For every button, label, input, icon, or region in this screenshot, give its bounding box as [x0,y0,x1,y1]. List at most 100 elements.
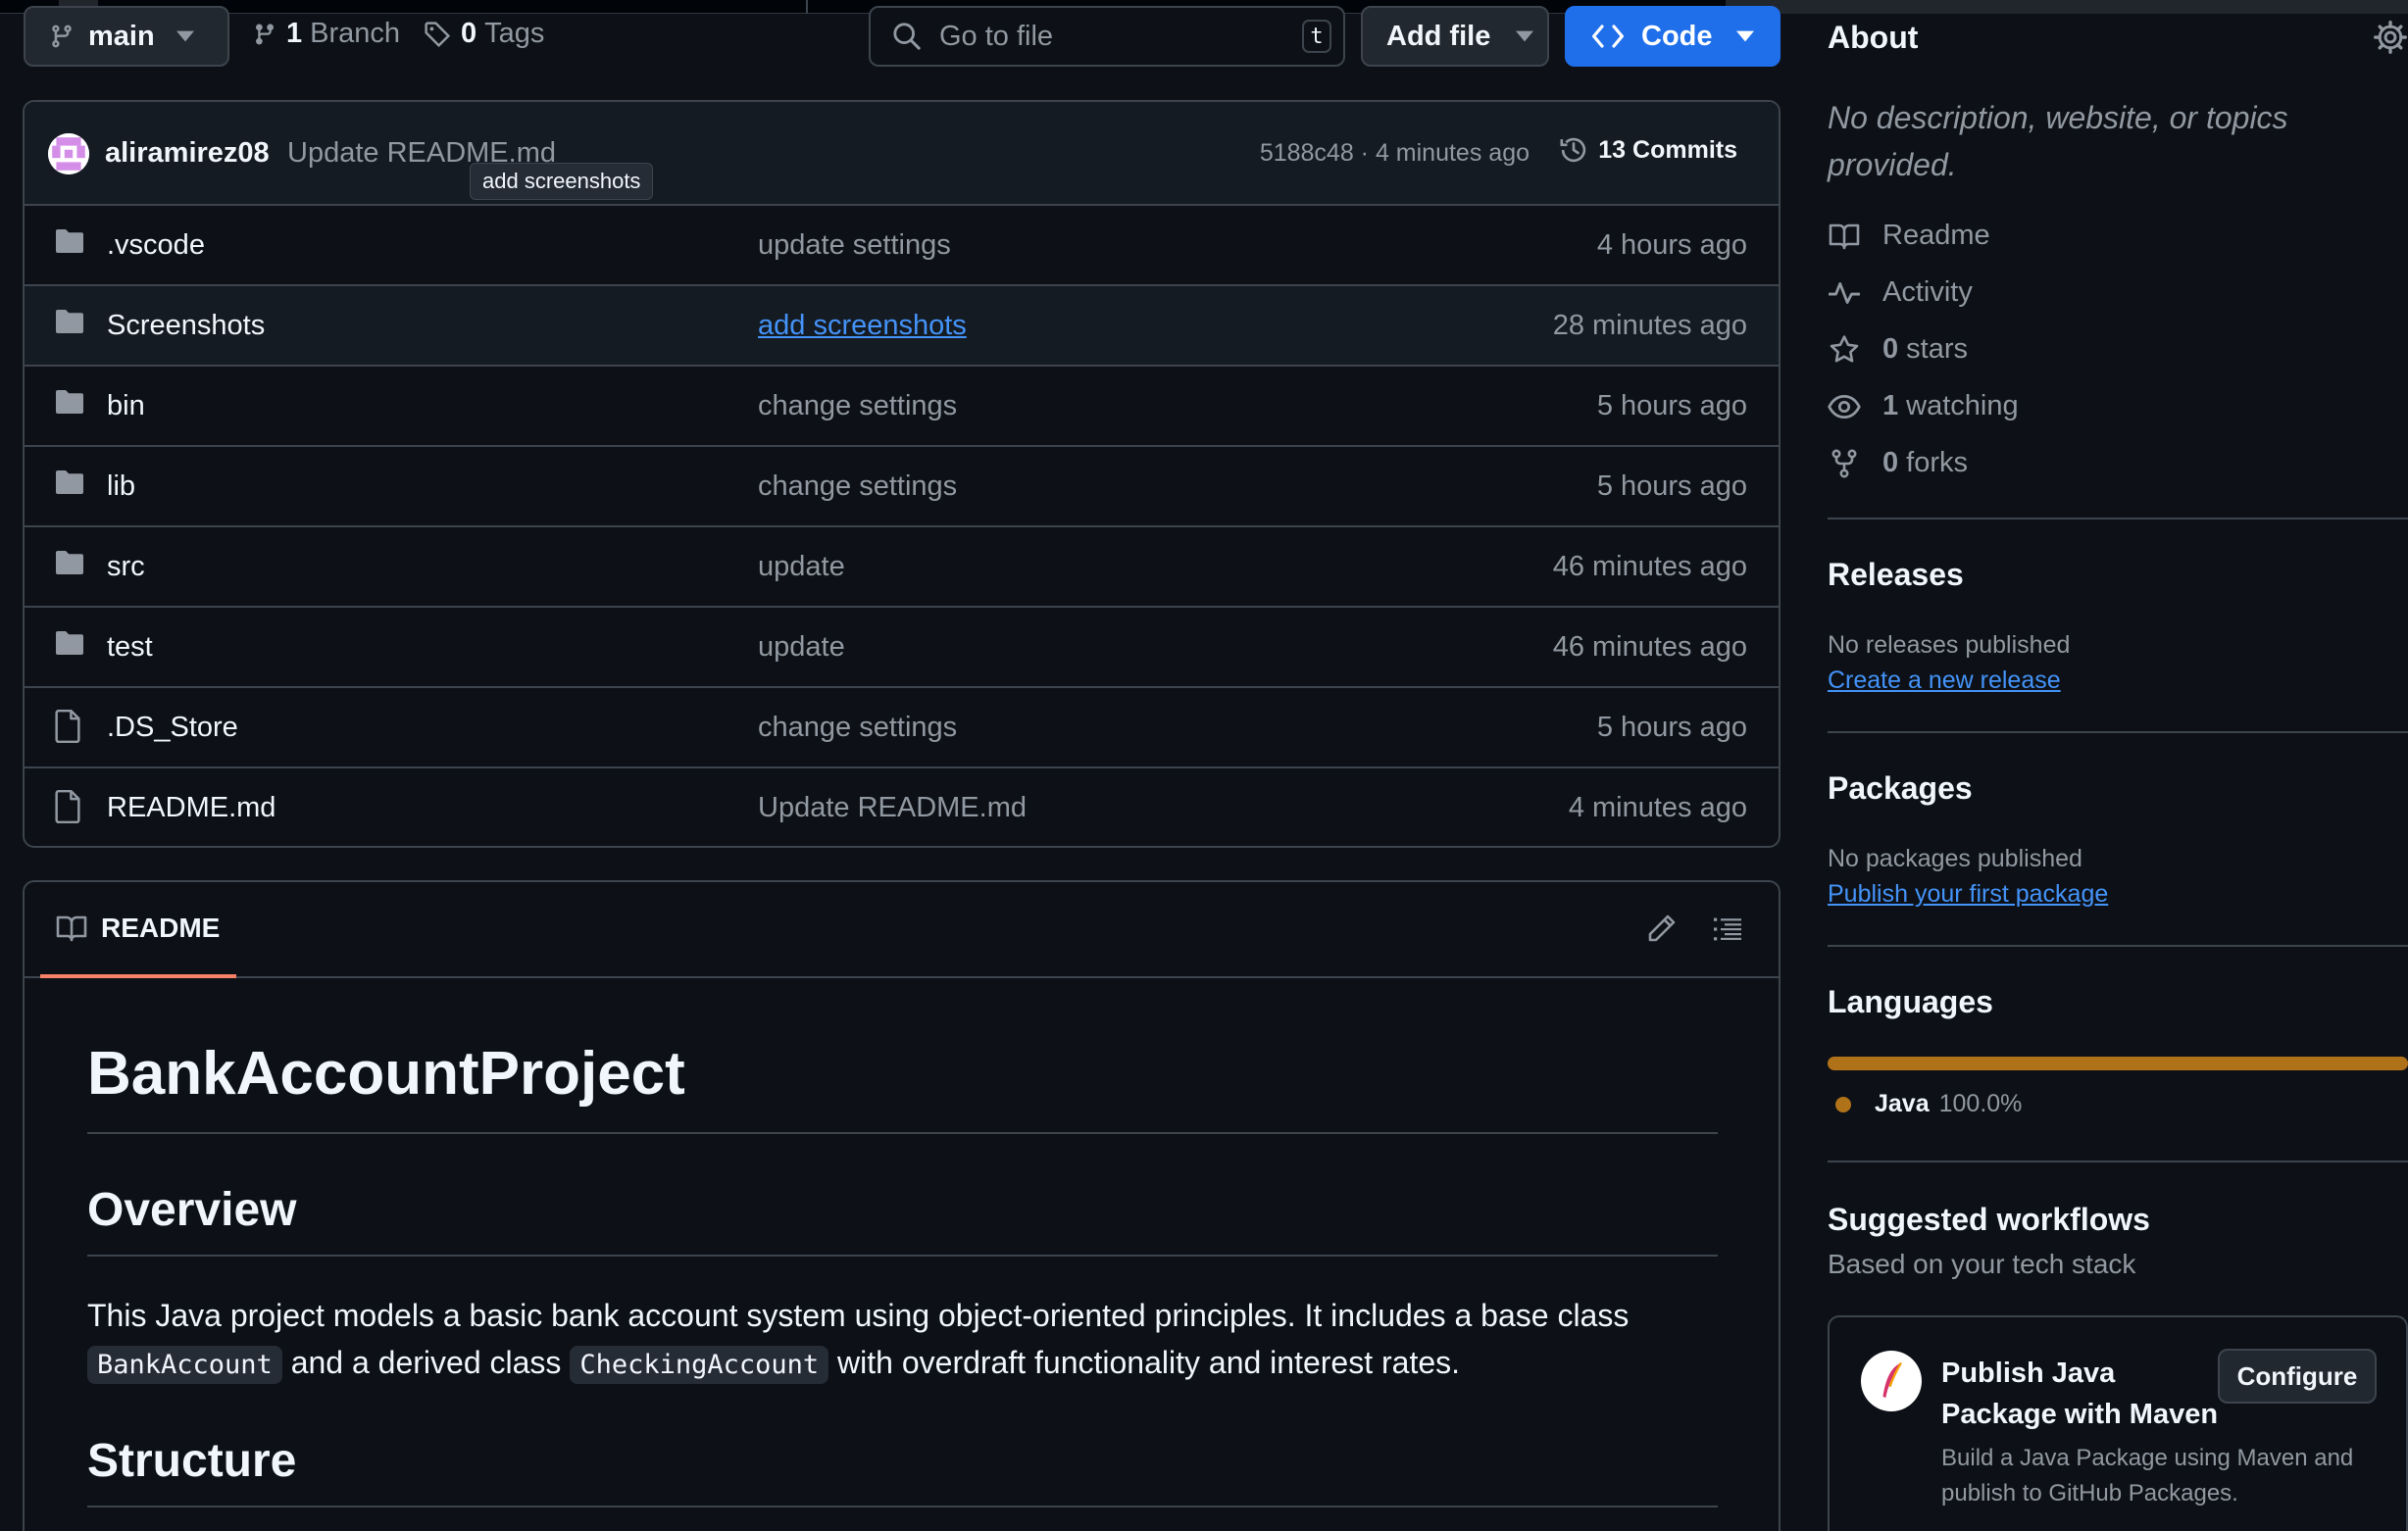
divider [1828,518,2408,519]
git-branch-icon [253,21,276,48]
file-commit-message[interactable]: update settings [758,229,951,262]
book-icon [1828,222,1861,250]
readme-link[interactable]: Readme [1828,220,1990,252]
tags-count: 0 [461,18,477,49]
file-name[interactable]: .DS_Store [107,712,238,744]
divider [1828,731,2408,733]
languages-title: Languages [1828,984,1993,1019]
readme-heading-structure: Structure [87,1434,1718,1507]
gear-icon[interactable] [2373,20,2408,55]
divider [1828,1161,2408,1162]
file-name[interactable]: lib [107,470,135,503]
commit-author[interactable]: aliramirez08 [105,137,270,170]
stars-link[interactable]: 0 stars [1828,333,1968,366]
star-icon [1828,334,1861,366]
file-name[interactable]: test [107,631,153,664]
git-branch-icon [49,22,75,51]
packages-title[interactable]: Packages [1828,770,1973,807]
pencil-icon[interactable] [1645,914,1677,945]
file-commit-time: 28 minutes ago [1552,310,1747,341]
tab-divider [806,0,808,14]
language-item[interactable]: Java 100.0% [1835,1090,2022,1118]
fork-icon [1828,448,1861,479]
file-commit-time: 46 minutes ago [1552,631,1747,663]
go-to-file-search[interactable]: Go to file t [869,6,1345,67]
activity-link[interactable]: Activity [1828,276,1973,309]
file-commit-message[interactable]: change settings [758,470,957,503]
configure-button[interactable]: Configure [2218,1349,2377,1404]
file-rows: .vscode update settings 4 hours ago Screens… [25,206,1779,846]
tags-link[interactable]: 0 Tags [424,18,544,50]
watching-link[interactable]: 1 watching [1828,390,2019,422]
file-icon [54,790,81,823]
activity-link-label: Activity [1882,276,1973,308]
table-of-contents-icon[interactable] [1712,914,1743,945]
file-name[interactable]: bin [107,390,145,422]
file-row[interactable]: lib change settings 5 hours ago [25,447,1779,527]
workflows-title: Suggested workflows [1828,1202,2150,1237]
packages-empty-text: No packages published [1828,845,2082,872]
add-file-button[interactable]: Add file [1361,6,1549,67]
chevron-down-icon [1516,30,1534,42]
folder-icon [54,549,85,576]
branches-link[interactable]: 1 Branch [253,18,400,50]
file-row[interactable]: .vscode update settings 4 hours ago [25,206,1779,286]
file-icon [54,710,81,743]
stars-label: stars [1906,333,1968,365]
file-row[interactable]: test update 46 minutes ago [25,608,1779,688]
forks-count: 0 [1882,447,1899,478]
create-release-link[interactable]: Create a new release [1828,667,2061,695]
branches-label: Branch [310,18,401,49]
file-commit-message[interactable]: add screenshots [758,310,967,342]
search-icon [892,22,922,51]
maven-feather-icon [1861,1351,1922,1411]
language-name: Java [1875,1090,1930,1117]
tags-label: Tags [484,18,545,49]
file-row[interactable]: bin change settings 5 hours ago [25,367,1779,447]
publish-package-link[interactable]: Publish your first package [1828,880,2108,909]
file-name[interactable]: README.md [107,792,276,824]
releases-title[interactable]: Releases [1828,557,1964,593]
commit-hash-time[interactable]: 5188c48 · 4 minutes ago [1260,139,1530,168]
file-name[interactable]: Screenshots [107,310,265,342]
about-title: About [1828,20,1919,55]
avatar[interactable] [48,133,89,174]
branch-selector-button[interactable]: main [24,6,229,67]
code-brackets-icon [1592,24,1624,49]
file-commit-time: 4 hours ago [1596,229,1747,261]
search-shortcut-key: t [1302,20,1331,53]
folder-icon [54,227,85,255]
workflows-subtitle: Based on your tech stack [1828,1249,2136,1279]
readme-link-label: Readme [1882,220,1990,251]
file-row[interactable]: .DS_Store change settings 5 hours ago [25,688,1779,768]
code-button[interactable]: Code [1565,6,1781,67]
commits-history-link[interactable]: 13 Commits [1559,135,1737,165]
file-commit-time: 5 hours ago [1596,390,1747,421]
file-commit-message[interactable]: update [758,551,845,583]
pulse-icon [1828,279,1861,307]
file-row[interactable]: src update 46 minutes ago [25,527,1779,608]
language-color-dot [1835,1096,1851,1112]
file-name[interactable]: .vscode [107,229,205,262]
code-label: Code [1641,20,1713,52]
folder-icon [54,308,85,335]
file-commit-message[interactable]: Update README.md [758,792,1027,824]
text-part: and a derived class [281,1345,571,1380]
tag-icon [424,21,451,48]
inline-code: CheckingAccount [570,1346,829,1384]
forks-link[interactable]: 0 forks [1828,447,1968,479]
readme-title: BankAccountProject [87,1039,1718,1134]
file-commit-time: 4 minutes ago [1568,792,1747,823]
add-file-label: Add file [1386,20,1491,52]
latest-commit-bar: aliramirez08 Update README.md add screen… [25,102,1779,206]
file-row[interactable]: README.md Update README.md 4 minutes ago [25,768,1779,846]
file-name[interactable]: src [107,551,145,583]
tab-readme[interactable]: README [40,882,236,978]
file-commit-message[interactable]: update [758,631,845,664]
file-row[interactable]: Screenshots add screenshots 28 minutes ago [25,286,1779,367]
repo-sidebar: About No description, website, or topics… [1828,0,2408,1531]
chevron-down-icon [176,30,194,42]
file-commit-message[interactable]: change settings [758,712,957,744]
file-commit-message[interactable]: change settings [758,390,957,422]
file-commit-time: 5 hours ago [1596,470,1747,502]
